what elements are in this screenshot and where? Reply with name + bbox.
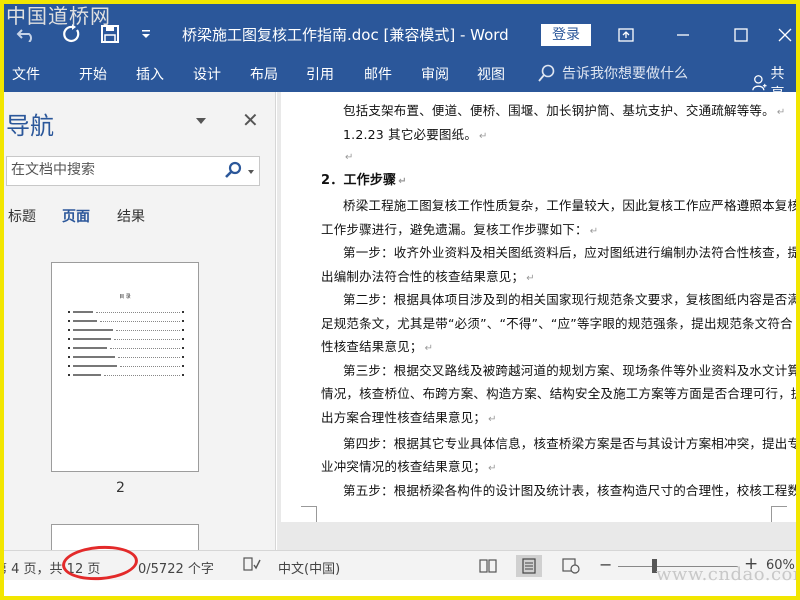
doc-line: 桥梁工程施工图复核工作性质复杂，工作量较大，因此复核工作应严格遵照本复核 xyxy=(343,198,796,213)
tab-insert[interactable]: 插入 xyxy=(136,64,164,84)
customize-qat-icon[interactable] xyxy=(138,22,154,46)
tab-layout[interactable]: 布局 xyxy=(250,64,278,84)
document-page[interactable]: 包括支架布置、便道、便桥、围堰、加长钢护筒、基坑支护、交通疏解等等。 ↵ 1.2.… xyxy=(281,92,796,522)
nav-tab-pages[interactable]: 页面 xyxy=(62,206,90,226)
thumbnail-toc-line xyxy=(68,320,184,323)
doc-line: 性核查结果意见； ↵ xyxy=(321,339,434,354)
thumbnail-toc-title: 目 录 xyxy=(119,294,131,300)
person-icon xyxy=(752,75,767,91)
thumbnail-toc-line xyxy=(68,365,184,368)
thumbnail-toc-line xyxy=(68,329,184,332)
thumbnail-toc-line xyxy=(68,374,184,377)
word-count-status[interactable]: 0/5722 个字 xyxy=(138,558,214,577)
watermark-top: 中国道桥网 xyxy=(6,4,111,28)
thumbnail-toc-line xyxy=(68,338,184,341)
doc-line: 第一步：收齐外业资料及相关图纸资料后，应对图纸进行编制办法符合性核查，提 xyxy=(343,245,796,260)
ribbon-tabs: 文件 开始 插入 设计 布局 引用 邮件 审阅 视图 告诉我你想要做什么 共享 xyxy=(4,56,796,102)
doc-line: ↵ xyxy=(345,152,354,163)
doc-line: 足规范条文，尤其是带“必须”、“不得”、“应”等字眼的规范强条，提出规范条文符合 xyxy=(321,316,793,331)
doc-line: 业冲突情况的核查结果意见； ↵ xyxy=(321,459,497,474)
doc-line: 出方案合理性核查结果意见； ↵ xyxy=(321,410,497,425)
search-options-chevron-icon[interactable] xyxy=(248,170,254,174)
nav-options-chevron-icon[interactable] xyxy=(196,118,206,124)
ribbon-display-options-icon[interactable] xyxy=(611,24,641,46)
nav-search-input[interactable] xyxy=(11,162,211,178)
margin-corner-mark xyxy=(771,506,787,522)
watermark-bottom: www.cndao.com xyxy=(656,564,800,585)
thumbnail-page-number: 2 xyxy=(116,480,125,496)
read-mode-icon[interactable] xyxy=(475,555,501,577)
navigation-pane: 导航 ✕ 标题 页面 结果 目 录 2 xyxy=(4,92,276,550)
nav-tab-results[interactable]: 结果 xyxy=(117,206,145,226)
doc-line: 包括支架布置、便道、便桥、围堰、加长钢护筒、基坑支护、交通疏解等等。 ↵ xyxy=(343,103,786,118)
print-layout-icon[interactable] xyxy=(516,555,542,577)
login-button[interactable]: 登录 xyxy=(541,24,591,46)
web-layout-icon[interactable] xyxy=(558,555,584,577)
doc-line: 第四步：根据其它专业具体信息，核查桥梁方案是否与其设计方案相冲突，提出专 xyxy=(343,436,796,451)
tab-file[interactable]: 文件 xyxy=(12,64,40,84)
tab-home[interactable]: 开始 xyxy=(79,64,107,84)
page-thumbnail[interactable] xyxy=(51,524,199,550)
doc-line: 出编制办法符合性的核查结果意见； ↵ xyxy=(321,269,535,284)
search-icon[interactable] xyxy=(223,161,243,181)
thumbnail-toc-line xyxy=(68,356,184,359)
proofing-icon[interactable] xyxy=(243,556,261,576)
nav-title: 导航 xyxy=(6,112,54,140)
tab-review[interactable]: 审阅 xyxy=(421,64,449,84)
tell-me-label: 告诉我你想要做什么 xyxy=(562,66,688,82)
thumbnail-toc-line xyxy=(68,347,184,350)
tab-references[interactable]: 引用 xyxy=(306,64,334,84)
document-title: 桥梁施工图复核工作指南.doc [兼容模式] - Word xyxy=(182,26,509,44)
tab-design[interactable]: 设计 xyxy=(193,64,221,84)
tell-me-box[interactable]: 告诉我你想要做什么 xyxy=(538,63,688,83)
doc-line: 第五步：根据桥梁各构件的设计图及统计表，核查构造尺寸的合理性，校核工程数 xyxy=(343,483,796,498)
doc-line: 第二步：根据具体项目涉及到的相关国家现行规范条文要求，复核图纸内容是否满 xyxy=(343,292,796,307)
page-thumbnail[interactable]: 目 录 xyxy=(51,262,199,472)
nav-search-box xyxy=(6,156,260,186)
restore-icon[interactable] xyxy=(726,24,756,46)
document-area: 包括支架布置、便道、便桥、围堰、加长钢护筒、基坑支护、交通疏解等等。 ↵ 1.2.… xyxy=(277,92,796,550)
tab-view[interactable]: 视图 xyxy=(477,64,505,84)
close-icon[interactable] xyxy=(774,24,796,46)
nav-tab-headings[interactable]: 标题 xyxy=(8,206,36,226)
doc-line: 情况，核查桥位、布跨方案、构造方案、结构安全及施工方案等方面是否合理可行，提 xyxy=(321,386,796,401)
tab-mailings[interactable]: 邮件 xyxy=(364,64,392,84)
lightbulb-search-icon xyxy=(538,64,555,82)
zoom-out-button[interactable]: − xyxy=(599,555,612,574)
language-status[interactable]: 中文(中国) xyxy=(278,558,340,577)
title-bar: 桥梁施工图复核工作指南.doc [兼容模式] - Word 登录 xyxy=(4,4,796,56)
doc-line: 1.2.23 其它必要图纸。 ↵ xyxy=(343,127,488,142)
nav-close-icon[interactable]: ✕ xyxy=(242,108,259,132)
doc-heading: 2．工作步骤 ↵ xyxy=(321,173,407,188)
doc-line: 工作步骤进行，避免遗漏。复核工作步骤如下： ↵ xyxy=(321,222,599,237)
thumbnail-toc-line xyxy=(68,311,184,314)
margin-corner-mark xyxy=(301,506,317,522)
minimize-icon[interactable] xyxy=(668,24,698,46)
doc-line: 第三步：根据交叉路线及被跨越河道的规划方案、现场条件等外业资料及水文计算 xyxy=(343,363,796,378)
